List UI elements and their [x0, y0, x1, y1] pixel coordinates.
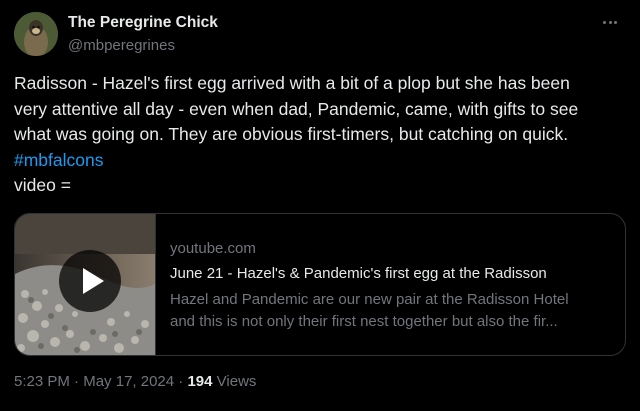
views-count: 194 [187, 373, 213, 390]
link-card[interactable]: youtube.com June 21 - Hazel's & Pandemic… [14, 213, 626, 356]
tweet-line: Radisson - Hazel's first egg arrived wit… [14, 73, 570, 93]
tweet-text: Radisson - Hazel's first egg arrived wit… [14, 71, 630, 199]
tweet-line: what was going on. They are obvious firs… [14, 124, 569, 144]
avatar[interactable] [14, 12, 58, 56]
video-thumbnail[interactable] [15, 214, 156, 355]
tweet-meta: 5:23 PM · May 17, 2024 · 194 Views [14, 373, 256, 390]
meta-separator: · [74, 373, 80, 390]
author-name[interactable]: The Peregrine Chick [68, 14, 218, 32]
author-handle[interactable]: @mbperegrines [68, 37, 175, 54]
card-description-line: Hazel and Pandemic are our new pair at t… [170, 291, 569, 308]
meta-separator: · [178, 373, 184, 390]
views-label: Views [216, 373, 257, 390]
tweet-time[interactable]: 5:23 PM [14, 373, 70, 390]
play-icon[interactable] [59, 250, 121, 312]
tweet-line: very attentive all day - even when dad, … [14, 98, 579, 119]
hashtag-link[interactable]: #mbfalcons [14, 148, 630, 174]
card-title: June 21 - Hazel's & Pandemic's first egg… [170, 265, 547, 282]
card-description: Hazel and Pandemic are our new pair at t… [170, 289, 610, 333]
card-domain: youtube.com [170, 240, 256, 257]
more-horizontal-icon[interactable] [598, 12, 622, 32]
tweet-line: video = [14, 175, 71, 195]
tweet-date[interactable]: May 17, 2024 [83, 373, 174, 390]
card-description-line: and this is not only their first nest to… [170, 313, 558, 330]
